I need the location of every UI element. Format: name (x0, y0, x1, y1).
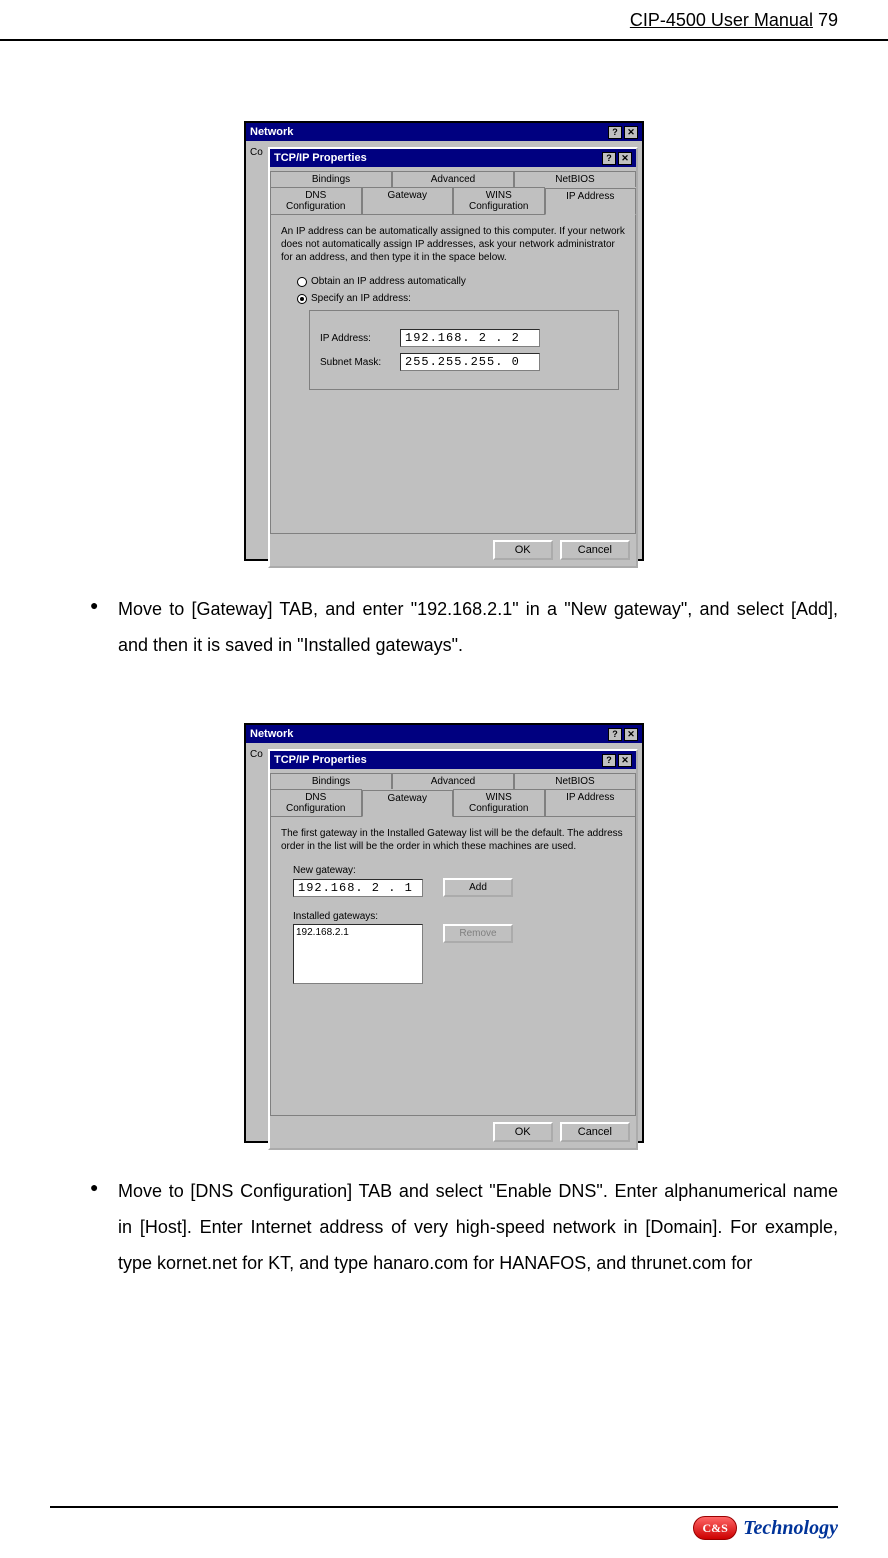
radio-icon (297, 294, 307, 304)
instruction-list-1: Move to [Gateway] TAB, and enter "192.16… (90, 591, 838, 663)
ip-address-input[interactable]: 192.168. 2 . 2 (400, 329, 540, 347)
outer-title: Network (250, 126, 293, 138)
ip-tab-body: An IP address can be automatically assig… (270, 214, 636, 534)
tcpip-dialog: TCP/IP Properties ? ✕ Bindings Advanced … (268, 147, 638, 568)
tab-advanced[interactable]: Advanced (392, 171, 514, 187)
logo-badge: C&S (693, 1516, 737, 1540)
ok-button[interactable]: OK (493, 540, 553, 560)
network-dialog-outer: Network ? ✕ Co TCP/IP Properties ? ✕ (244, 121, 644, 561)
gateway-help-text: The first gateway in the Installed Gatew… (281, 827, 625, 853)
page-number: 79 (818, 10, 838, 30)
outer-title-2: Network (250, 728, 293, 740)
gateway-tab-body: The first gateway in the Installed Gatew… (270, 816, 636, 1116)
page-header: CIP-4500 User Manual 79 (0, 0, 888, 41)
help-icon[interactable]: ? (608, 728, 622, 741)
radio-spec-label: Specify an IP address: (311, 293, 411, 304)
help-icon[interactable]: ? (602, 152, 616, 165)
bullet-dns: Move to [DNS Configuration] TAB and sele… (90, 1173, 838, 1281)
inner-titlebar-2: TCP/IP Properties ? ✕ (270, 751, 636, 769)
tab-advanced-2[interactable]: Advanced (392, 773, 514, 789)
tab-dns[interactable]: DNS Configuration (270, 187, 362, 214)
close-icon[interactable]: ✕ (618, 152, 632, 165)
installed-gateways-list[interactable]: 192.168.2.1 (293, 924, 423, 984)
tab-wins[interactable]: WINS Configuration (453, 187, 545, 214)
tab-gateway[interactable]: Gateway (362, 187, 454, 214)
inner-title: TCP/IP Properties (274, 152, 367, 164)
inner-title-2: TCP/IP Properties (274, 754, 367, 766)
brand-logo: C&S Technology (693, 1516, 838, 1540)
dialog-buttons-2: OK Cancel (270, 1116, 636, 1148)
new-gateway-label: New gateway: (293, 865, 625, 876)
radio-auto[interactable]: Obtain an IP address automatically (297, 276, 625, 287)
tab-ipaddress-2[interactable]: IP Address (545, 789, 637, 816)
ip-fields-box: IP Address: 192.168. 2 . 2 Subnet Mask: … (309, 310, 619, 390)
radio-specify[interactable]: Specify an IP address: (297, 293, 625, 304)
tab-bindings-2[interactable]: Bindings (270, 773, 392, 789)
ip-help-text: An IP address can be automatically assig… (281, 225, 625, 264)
installed-gateways-label: Installed gateways: (293, 911, 625, 922)
dialog-buttons: OK Cancel (270, 534, 636, 566)
tcpip-dialog-2: TCP/IP Properties ? ✕ Bindings Advanced … (268, 749, 638, 1150)
logo-text: Technology (743, 1517, 838, 1540)
cancel-button[interactable]: Cancel (560, 540, 630, 560)
ok-button-2[interactable]: OK (493, 1122, 553, 1142)
tab-wins-2[interactable]: WINS Configuration (453, 789, 545, 816)
page-footer: C&S Technology (50, 1506, 838, 1540)
help-icon[interactable]: ? (602, 754, 616, 767)
add-button[interactable]: Add (443, 878, 513, 897)
close-icon[interactable]: ✕ (624, 126, 638, 139)
tab-dns-2[interactable]: DNS Configuration (270, 789, 362, 816)
radio-icon (297, 277, 307, 287)
help-icon[interactable]: ? (608, 126, 622, 139)
manual-title: CIP-4500 User Manual (630, 10, 813, 30)
tab-bindings[interactable]: Bindings (270, 171, 392, 187)
instruction-list-2: Move to [DNS Configuration] TAB and sele… (90, 1173, 838, 1281)
tab-netbios[interactable]: NetBIOS (514, 171, 636, 187)
remove-button[interactable]: Remove (443, 924, 513, 943)
outer-titlebar: Network ? ✕ (246, 123, 642, 141)
ip-label: IP Address: (320, 333, 400, 344)
tab-gateway-2[interactable]: Gateway (362, 790, 454, 817)
installed-gateway-item[interactable]: 192.168.2.1 (296, 927, 420, 938)
tab-ipaddress[interactable]: IP Address (545, 188, 637, 215)
radio-auto-label: Obtain an IP address automatically (311, 276, 466, 287)
mask-label: Subnet Mask: (320, 357, 400, 368)
tab-strip-2: Bindings Advanced NetBIOS DNS Configurat… (270, 769, 636, 816)
inner-titlebar: TCP/IP Properties ? ✕ (270, 149, 636, 167)
tab-strip: Bindings Advanced NetBIOS DNS Configurat… (270, 167, 636, 214)
bullet-gateway: Move to [Gateway] TAB, and enter "192.16… (90, 591, 838, 663)
subnet-mask-input[interactable]: 255.255.255. 0 (400, 353, 540, 371)
cancel-button-2[interactable]: Cancel (560, 1122, 630, 1142)
outer-titlebar-2: Network ? ✕ (246, 725, 642, 743)
close-icon[interactable]: ✕ (618, 754, 632, 767)
close-icon[interactable]: ✕ (624, 728, 638, 741)
new-gateway-input[interactable]: 192.168. 2 . 1 (293, 879, 423, 897)
network-dialog-outer-2: Network ? ✕ Co TCP/IP Properties ? ✕ (244, 723, 644, 1143)
tab-netbios-2[interactable]: NetBIOS (514, 773, 636, 789)
